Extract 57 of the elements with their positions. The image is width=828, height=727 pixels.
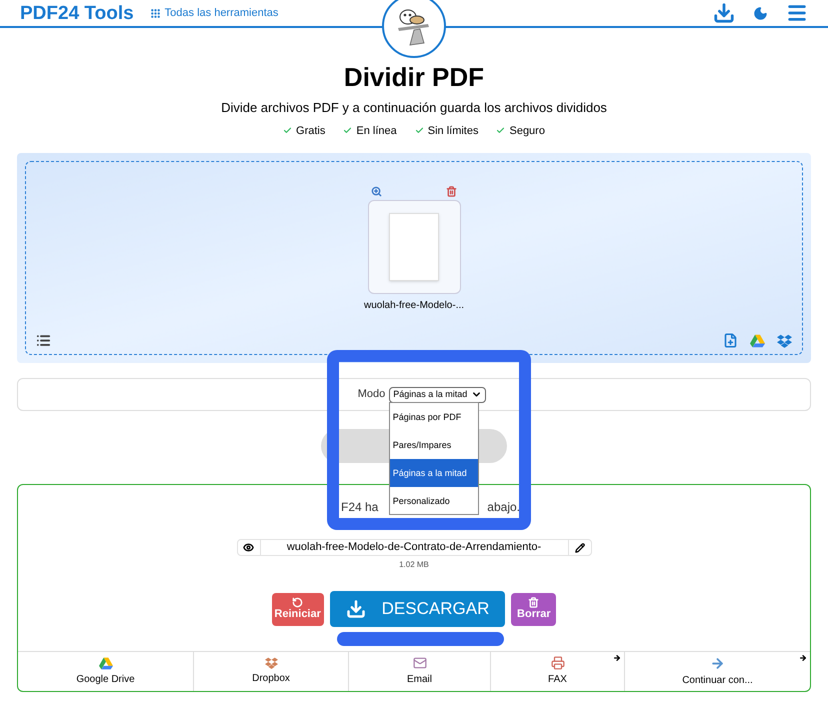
destination-button[interactable]: Continuar con...	[625, 652, 810, 691]
list-view-icon[interactable]	[36, 333, 51, 348]
feature-label: En línea	[356, 124, 397, 138]
drive-icon[interactable]	[98, 656, 112, 670]
pencil-icon[interactable]	[574, 542, 584, 552]
dropbox-icon[interactable]	[777, 334, 792, 348]
file-name-field[interactable]: wuolah-free-Modelo-de-Contrato-de-Arrendamiento-	[236, 539, 592, 556]
feature-label: Seguro	[509, 124, 545, 138]
all-tools-link[interactable]: Todas las herramientas	[150, 4, 278, 22]
destination-button[interactable]: Dropbox	[194, 652, 349, 691]
trash-icon	[528, 596, 540, 608]
fax-icon	[550, 656, 564, 670]
file-name-text: wuolah-free-Modelo-de-Contrato-de-Arrendamiento-	[260, 540, 568, 555]
undo-icon	[292, 596, 304, 608]
dropbox-icon	[264, 657, 278, 669]
moon-icon[interactable]	[753, 6, 768, 20]
reset-button[interactable]: Reiniciar	[272, 592, 324, 626]
add-file-icon[interactable]	[723, 333, 738, 348]
dropdown-option[interactable]: Páginas a la mitad	[390, 459, 478, 488]
download-icon	[346, 599, 366, 619]
mascot-logo[interactable]	[382, 0, 446, 58]
file-size: 1.02 MB	[399, 559, 429, 571]
result-message: F24 ha	[341, 500, 378, 514]
file-thumbnail[interactable]	[368, 200, 460, 294]
envelope-icon	[412, 656, 426, 670]
feature-label: Gratis	[296, 124, 326, 138]
upload-area[interactable]: wuolah-free-Modelo-...	[17, 153, 811, 363]
destination-button[interactable]: Google Drive	[18, 652, 194, 691]
dropdown-option[interactable]: Páginas por PDF	[390, 403, 478, 432]
mode-label: Modo	[358, 387, 386, 402]
external-arrow-icon	[799, 654, 807, 662]
download-icon[interactable]	[713, 2, 735, 24]
external-arrow-icon	[613, 654, 621, 662]
dropdown-option[interactable]: Pares/Impares	[390, 431, 478, 460]
brand-logo[interactable]: PDF24 Tools	[20, 4, 134, 22]
arrow-right-icon	[710, 656, 725, 670]
zoom-icon[interactable]	[371, 186, 382, 197]
check-icon	[496, 126, 506, 136]
destination-button[interactable]: FAX	[491, 652, 625, 691]
dropdown-option[interactable]: Personalizado	[390, 487, 478, 514]
grid-icon	[150, 8, 161, 18]
trash-icon[interactable]	[446, 186, 457, 197]
check-icon	[414, 126, 424, 136]
download-button[interactable]: DESCARGAR	[330, 591, 506, 627]
feature-label: Sin límites	[428, 124, 478, 138]
file-name: wuolah-free-Modelo-...	[364, 299, 464, 313]
check-icon	[343, 126, 352, 136]
destination-button[interactable]: Email	[349, 652, 491, 691]
eye-icon[interactable]	[243, 542, 254, 553]
delete-button[interactable]: Borrar	[511, 592, 556, 626]
result-message: abajo.	[487, 500, 520, 514]
page-preview	[389, 213, 439, 281]
menu-icon[interactable]	[786, 2, 808, 24]
page-title: Dividir PDF	[344, 64, 484, 90]
page-subtitle: Divide archivos PDF y a continuación guarda los archivos divididos	[221, 99, 607, 117]
check-icon	[283, 126, 292, 136]
drive-icon[interactable]	[750, 334, 765, 348]
